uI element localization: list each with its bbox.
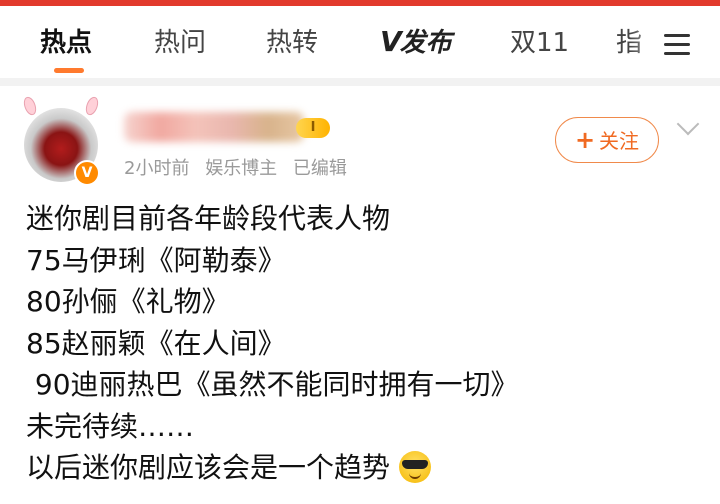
sunglasses-emoji-icon [398, 451, 431, 483]
menu-icon[interactable] [664, 34, 690, 56]
post-line-text: 以后迷你剧应该会是一个趋势 [26, 451, 391, 484]
tab-v-publish-label: 发布 [399, 28, 452, 58]
verified-badge-icon: V [74, 160, 100, 186]
post-line: 迷你剧目前各年龄段代表人物 [26, 202, 391, 235]
tab-v-publish[interactable]: V发布 [380, 22, 452, 59]
post-meta: 2小时前 娱乐博主 已编辑 [124, 154, 357, 180]
post-line: 未完待续…… [26, 409, 195, 443]
follow-button[interactable]: + 关注 [555, 117, 659, 163]
post-line: 80孙俪《礼物》 [26, 285, 230, 318]
author-role: 娱乐博主 [205, 158, 278, 179]
post-line: 90迪丽热巴《虽然不能同时拥有一切》 [26, 368, 519, 401]
follow-label: 关注 [599, 129, 640, 153]
post-body: 迷你剧目前各年龄段代表人物 75马伊琍《阿勒泰》 80孙俪《礼物》 85赵丽颖《… [26, 198, 706, 489]
tab-hot-reposts[interactable]: 热转 [266, 22, 318, 59]
vip-level-badge: I [296, 118, 330, 138]
section-divider [0, 78, 720, 86]
active-tab-indicator [54, 68, 84, 73]
tab-hot[interactable]: 热点 [40, 22, 92, 59]
post-line-last: 以后迷你剧应该会是一个趋势 [26, 447, 706, 489]
plus-icon: + [574, 126, 596, 154]
author-name-redacted[interactable] [124, 112, 304, 142]
tab-double-11[interactable]: 双11 [510, 22, 569, 59]
post-time: 2小时前 [124, 158, 190, 179]
tab-hot-questions[interactable]: 热问 [154, 22, 206, 59]
post-line: 85赵丽颖《在人间》 [26, 326, 286, 360]
edited-label: 已编辑 [292, 158, 347, 179]
tab-bar: 热点 热问 热转 V发布 双11 指 [0, 6, 720, 78]
post-line: 75马伊琍《阿勒泰》 [26, 243, 286, 277]
author-avatar[interactable]: V [18, 96, 104, 188]
v-logo-icon: V [380, 25, 402, 58]
chevron-down-icon[interactable] [676, 112, 700, 136]
